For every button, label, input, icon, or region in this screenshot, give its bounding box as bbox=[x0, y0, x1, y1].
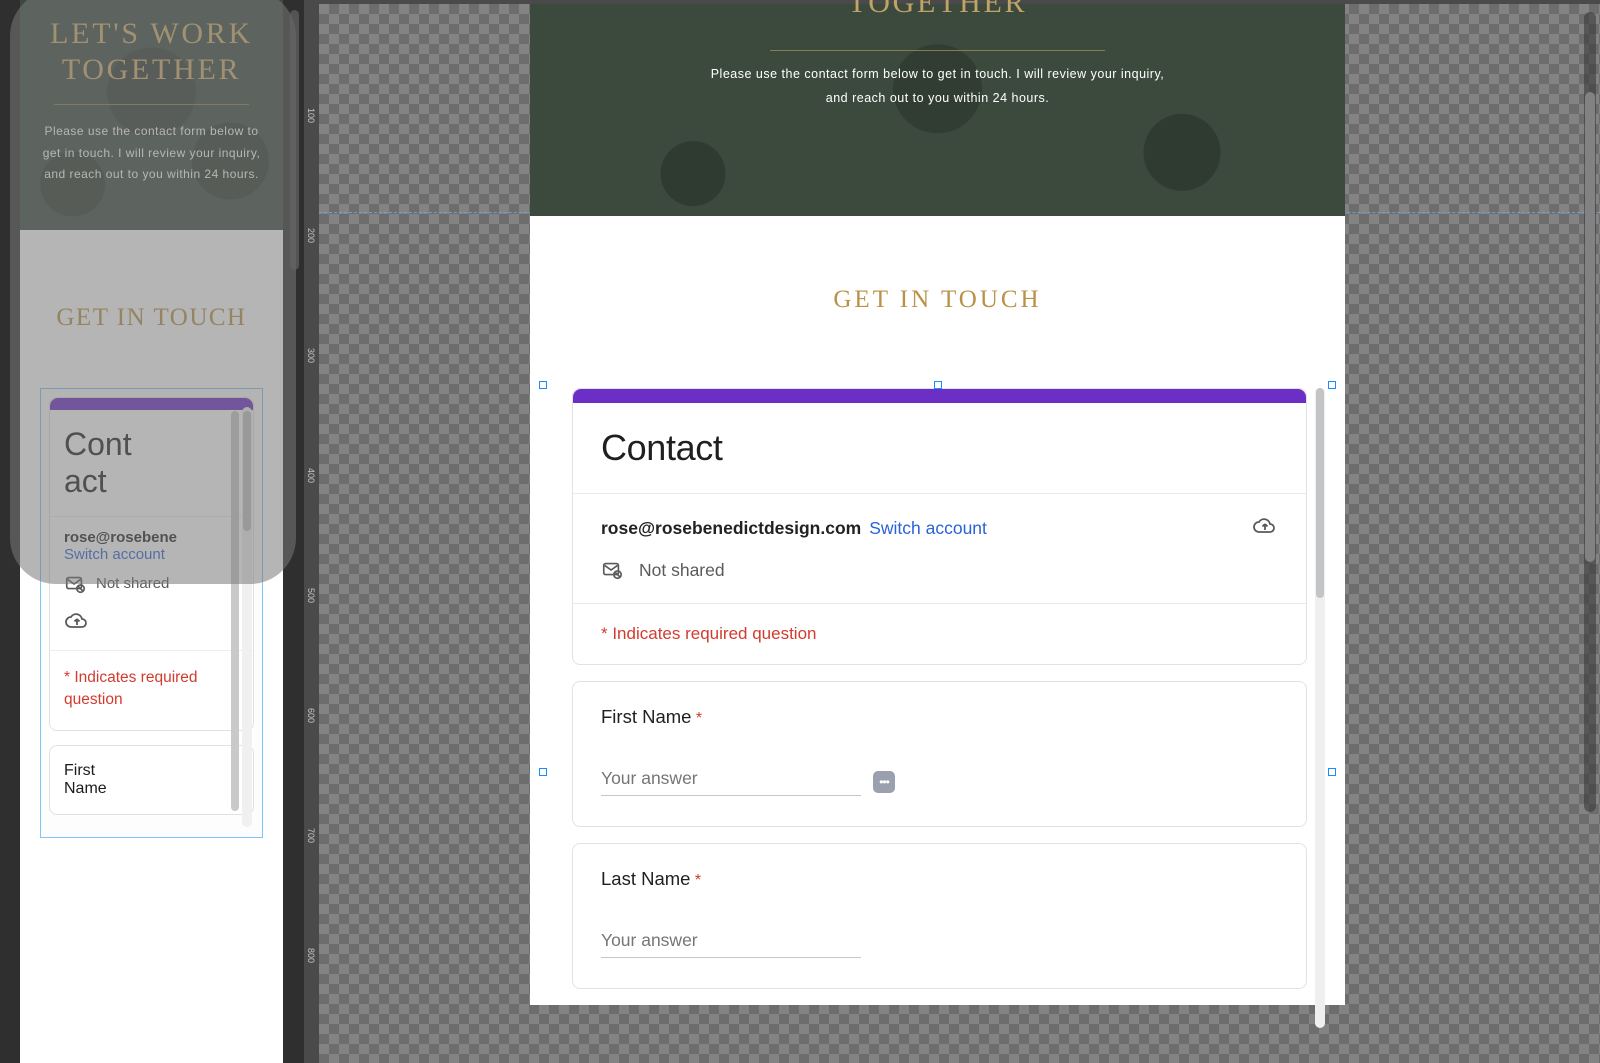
ruler-tick: 500 bbox=[306, 588, 316, 603]
form-account-email-desktop: rose@rosebenedictdesign.com bbox=[601, 518, 861, 539]
ruler-tick: 700 bbox=[306, 828, 316, 843]
autofill-chip-icon[interactable]: ••• bbox=[873, 771, 895, 793]
switch-account-link[interactable]: Switch account bbox=[64, 546, 239, 563]
form-title-desktop: Contact bbox=[601, 427, 1278, 469]
question-card-first-name-desktop: First Name * ••• bbox=[572, 681, 1307, 827]
form-accent-bar bbox=[50, 398, 253, 410]
question-label-first-name: First Name bbox=[601, 706, 691, 727]
ruler-tick: 800 bbox=[306, 948, 316, 963]
hero-title-line2: TOGETHER bbox=[62, 53, 241, 86]
mobile-preview-scrollbar[interactable] bbox=[290, 0, 300, 1063]
required-note-desktop: * Indicates required question bbox=[573, 604, 1306, 664]
ruler-tick: 600 bbox=[306, 708, 316, 723]
hero-title-line1: LET'S WORK bbox=[50, 17, 253, 50]
first-name-input[interactable] bbox=[601, 768, 861, 796]
ruler-tick: 300 bbox=[306, 348, 316, 363]
required-star: * bbox=[695, 872, 701, 889]
ruler-vertical[interactable]: 100 200 300 400 500 600 700 800 bbox=[304, 0, 319, 1063]
mobile-preview-panel: LET'S WORK TOGETHER Please use the conta… bbox=[0, 0, 304, 1063]
section-title: GET IN TOUCH bbox=[20, 230, 283, 388]
form-title: Contact bbox=[64, 426, 239, 500]
ruler-tick: 100 bbox=[306, 108, 316, 123]
question-label: FirstName bbox=[64, 762, 107, 798]
form-account-email: rose@rosebene bbox=[64, 529, 239, 546]
hero-section-desktop: TOGETHER Please use the contact form bel… bbox=[530, 4, 1345, 216]
not-shared-label-desktop: Not shared bbox=[639, 560, 725, 581]
hero-divider-desktop bbox=[770, 50, 1105, 51]
page-artboard[interactable]: TOGETHER Please use the contact form bel… bbox=[530, 4, 1345, 1005]
question-card-first-name: FirstName * bbox=[49, 745, 254, 815]
ruler-tick: 200 bbox=[306, 228, 316, 243]
iframe-scrollbar-desktop[interactable] bbox=[1315, 388, 1325, 1028]
hero-section-mobile: LET'S WORK TOGETHER Please use the conta… bbox=[20, 0, 283, 230]
last-name-input[interactable] bbox=[601, 930, 861, 958]
form-header-card: Contact rose@rosebene Switch account Not… bbox=[49, 397, 254, 731]
canvas-scrollbar[interactable] bbox=[1584, 12, 1596, 812]
email-restricted-icon bbox=[64, 573, 86, 595]
hero-subtitle: Please use the contact form below to get… bbox=[30, 121, 273, 186]
question-card-last-name-desktop: Last Name * bbox=[572, 843, 1307, 989]
ruler-tick: 400 bbox=[306, 468, 316, 483]
question-label-last-name: Last Name bbox=[601, 868, 690, 889]
section-title-desktop: GET IN TOUCH bbox=[530, 216, 1345, 388]
cloud-icon bbox=[64, 609, 90, 633]
form-accent-bar bbox=[573, 389, 1306, 403]
cloud-icon bbox=[1252, 514, 1278, 538]
switch-account-link-desktop[interactable]: Switch account bbox=[869, 518, 987, 539]
hero-title: LET'S WORK TOGETHER bbox=[30, 16, 273, 88]
hero-title-desktop: TOGETHER bbox=[650, 0, 1225, 20]
email-restricted-icon bbox=[601, 559, 623, 581]
form-header-card-desktop: Contact rose@rosebenedictdesign.com Swit… bbox=[572, 388, 1307, 665]
iframe-scrollbar[interactable] bbox=[242, 407, 252, 827]
not-shared-label: Not shared bbox=[96, 575, 169, 592]
cloud-upload-button[interactable] bbox=[1252, 514, 1278, 543]
required-note: * Indicates required question bbox=[64, 667, 239, 712]
embedded-form-block[interactable]: Contact rose@rosebenedictdesign.com Swit… bbox=[546, 388, 1329, 989]
embedded-form-selection-mobile[interactable]: Contact rose@rosebene Switch account Not… bbox=[40, 388, 263, 838]
design-canvas[interactable]: 100 200 300 400 500 600 700 800 TOGETHER… bbox=[304, 0, 1600, 1063]
hero-divider bbox=[54, 104, 249, 105]
required-star: * bbox=[696, 710, 702, 727]
canvas-background: TOGETHER Please use the contact form bel… bbox=[319, 4, 1600, 1063]
mobile-preview-canvas[interactable]: LET'S WORK TOGETHER Please use the conta… bbox=[20, 0, 283, 1063]
hero-subtitle-desktop: Please use the contact form below to get… bbox=[650, 63, 1225, 111]
